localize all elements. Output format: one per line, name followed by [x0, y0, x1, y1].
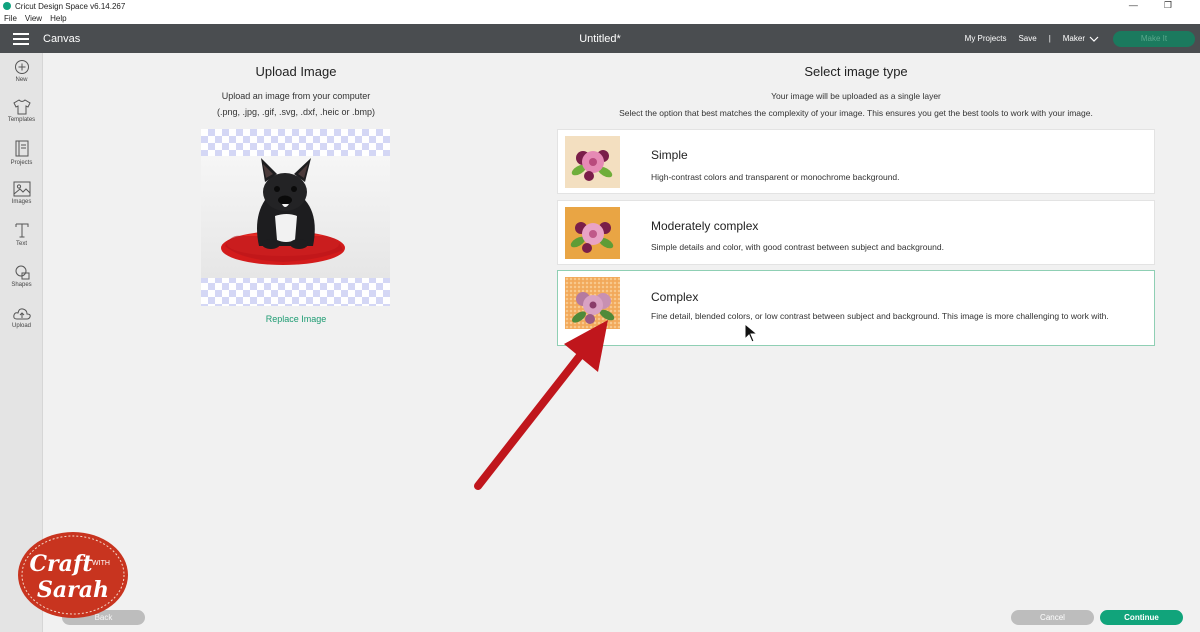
my-projects-link[interactable]: My Projects — [965, 34, 1007, 43]
upload-title: Upload Image — [255, 64, 337, 79]
app-logo-icon — [3, 2, 11, 10]
option-moderately-complex[interactable]: Moderately complex Simple details and co… — [557, 200, 1155, 265]
dog-photo — [201, 156, 390, 278]
upload-formats: (.png, .jpg, .gif, .svg, .dxf, .heic or … — [216, 107, 376, 117]
select-instruction: Select the option that best matches the … — [619, 108, 1093, 118]
sidebar-item-shapes[interactable]: Shapes — [0, 264, 43, 288]
sidebar-item-projects[interactable]: Projects — [0, 140, 43, 166]
sidebar-item-label: Images — [11, 199, 32, 205]
upload-instruction: Upload an image from your computer — [221, 91, 371, 101]
option-title: Moderately complex — [651, 219, 759, 233]
image-preview — [201, 129, 390, 306]
app-header: Canvas Untitled* My Projects Save | Make… — [0, 24, 1200, 53]
option-complex[interactable]: Complex Fine detail, blended colors, or … — [557, 270, 1155, 346]
menu-view[interactable]: View — [25, 14, 42, 23]
sidebar-item-text[interactable]: Text — [0, 222, 43, 247]
flower-icon — [570, 222, 614, 253]
replace-image-link[interactable]: Replace Image — [200, 314, 392, 324]
app-title: Cricut Design Space v6.14.267 — [15, 1, 126, 11]
single-layer-note: Your image will be uploaded as a single … — [771, 91, 941, 101]
book-icon — [15, 140, 28, 157]
sidebar-item-label: Text — [15, 241, 27, 247]
minimize-button[interactable]: — — [1129, 0, 1138, 11]
text-icon — [15, 223, 28, 238]
window-titlebar: Cricut Design Space v6.14.267 — ❐ — [0, 0, 1200, 12]
menu-bar: File View Help — [0, 12, 1200, 24]
cancel-button[interactable]: Cancel — [1011, 610, 1094, 625]
window-controls: — ❐ — [1129, 0, 1172, 11]
machine-select[interactable]: Maker — [1063, 34, 1085, 43]
option-description: Simple details and color, with good cont… — [651, 242, 944, 252]
option-description: High-contrast colors and transparent or … — [651, 172, 900, 182]
sidebar-item-label: Templates — [7, 117, 36, 123]
restore-button[interactable]: ❐ — [1164, 0, 1172, 11]
sidebar-item-upload[interactable]: Upload — [0, 306, 43, 329]
image-icon — [13, 181, 30, 197]
option-description: Fine detail, blended colors, or low cont… — [651, 311, 1109, 321]
option-title: Simple — [651, 148, 688, 162]
plus-icon — [14, 60, 29, 74]
craft-with-sarah-logo: Craft WITH Sarah — [18, 532, 128, 618]
header-actions: My Projects Save | Maker Make It — [965, 24, 1200, 53]
shapes-icon — [15, 265, 29, 280]
continue-button[interactable]: Continue — [1100, 610, 1183, 625]
sidebar-item-label: New — [15, 77, 28, 83]
svg-text:Craft: Craft — [30, 551, 93, 577]
svg-text:WITH: WITH — [92, 560, 110, 567]
sidebar-item-label: Upload — [11, 323, 31, 329]
svg-text:Sarah: Sarah — [37, 577, 109, 603]
simple-thumbnail — [565, 136, 620, 188]
sidebar-item-label: Projects — [10, 160, 33, 166]
sidebar-item-label: Shapes — [11, 282, 32, 288]
save-link[interactable]: Save — [1018, 34, 1036, 43]
option-title: Complex — [651, 290, 699, 304]
upload-panel: Upload Image Upload an image from your c… — [200, 64, 392, 120]
hamburger-menu-icon[interactable] — [13, 33, 29, 45]
sidebar-item-templates[interactable]: Templates — [0, 99, 43, 123]
mouse-cursor-icon — [744, 323, 758, 343]
shirt-icon — [12, 99, 31, 115]
menu-file[interactable]: File — [4, 14, 17, 23]
moderately-complex-thumbnail — [565, 207, 620, 259]
chevron-down-icon[interactable] — [1089, 35, 1099, 43]
flower-icon — [571, 150, 613, 181]
cloud-upload-icon — [12, 308, 31, 320]
sidebar-item-images[interactable]: Images — [0, 181, 43, 205]
annotation-arrow-icon — [474, 320, 608, 490]
make-it-button[interactable]: Make It — [1113, 30, 1195, 47]
dog-on-cushion-image — [221, 158, 345, 265]
sidebar-item-new[interactable]: New — [0, 59, 43, 83]
select-type-title: Select image type — [804, 64, 908, 79]
image-type-panel: Select image type Your image will be upl… — [557, 64, 1155, 122]
menu-help[interactable]: Help — [50, 14, 66, 23]
canvas-label: Canvas — [43, 32, 81, 45]
option-simple[interactable]: Simple High-contrast colors and transpar… — [557, 129, 1155, 194]
header-separator: | — [1048, 34, 1051, 43]
